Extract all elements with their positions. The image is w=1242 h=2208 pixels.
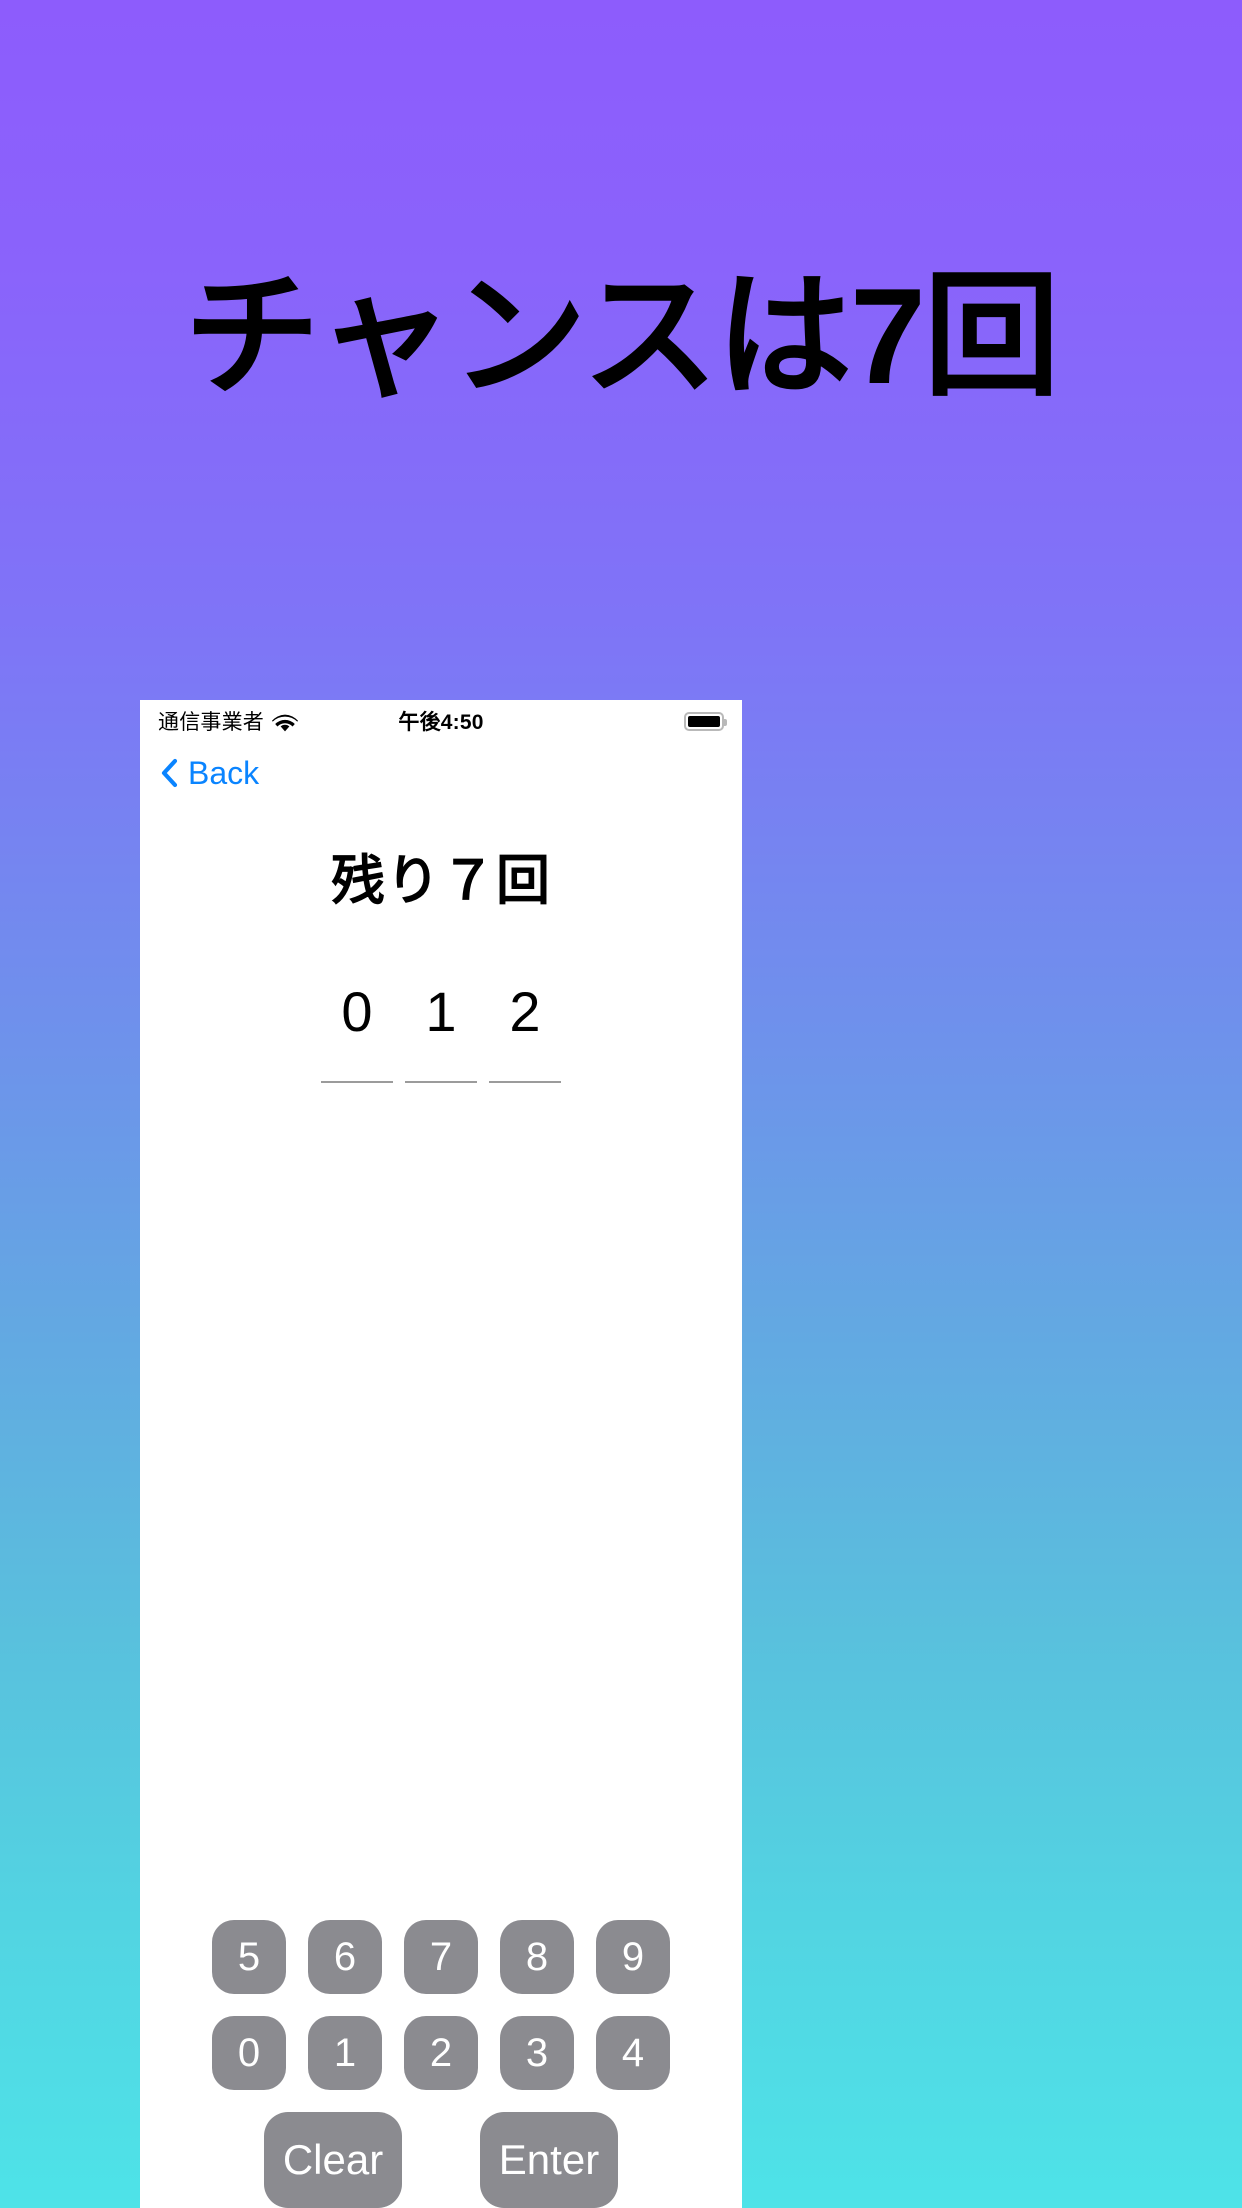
nav-bar: Back (140, 742, 742, 804)
back-button[interactable]: Back (160, 755, 259, 792)
keypad-action-row: Clear Enter (140, 2112, 742, 2208)
guess-digit-value: 1 (425, 980, 457, 1043)
keypad-key-3[interactable]: 3 (500, 2016, 574, 2090)
carrier-label: 通信事業者 (158, 711, 264, 734)
guess-digit-underline (405, 1081, 477, 1083)
keypad-key-1[interactable]: 1 (308, 2016, 382, 2090)
back-button-label: Back (188, 754, 260, 791)
guess-digit-underline (321, 1081, 393, 1083)
remaining-attempts-heading: 残り７回 (331, 851, 551, 911)
guess-digit-underline (489, 1081, 561, 1083)
enter-button[interactable]: Enter (480, 2112, 618, 2208)
battery-cap (724, 718, 727, 726)
status-bar-left: 通信事業者 (158, 706, 298, 736)
guess-digit-slot[interactable]: 1 (405, 977, 477, 1083)
keypad-row-two: 0 1 2 3 4 (140, 2016, 742, 2090)
chevron-left-icon (160, 758, 178, 788)
poster-title: チャンスは7回 (184, 260, 1060, 412)
clear-button[interactable]: Clear (264, 2112, 402, 2208)
guess-digit-value: 2 (509, 980, 541, 1043)
guess-digit-slot[interactable]: 2 (489, 977, 561, 1083)
wifi-icon (272, 714, 298, 733)
keypad-key-9[interactable]: 9 (596, 1920, 670, 1994)
keypad-row-one: 5 6 7 8 9 (140, 1920, 742, 1994)
guess-digit-slot[interactable]: 0 (321, 977, 393, 1083)
keypad-key-8[interactable]: 8 (500, 1920, 574, 1994)
keypad-key-5[interactable]: 5 (212, 1920, 286, 1994)
guess-display: 0 1 2 (140, 977, 742, 1083)
battery-full-icon (684, 711, 727, 731)
keypad-key-6[interactable]: 6 (308, 1920, 382, 1994)
guess-digit-value: 0 (341, 980, 373, 1043)
keypad-key-2[interactable]: 2 (404, 2016, 478, 2090)
status-bar: 通信事業者 午後4:50 (140, 700, 742, 742)
status-bar-right (684, 711, 727, 731)
keypad-key-0[interactable]: 0 (212, 2016, 286, 2090)
phone-screen: 通信事業者 午後4:50 Back 残り７回 0 1 2 5 6 7 8 9 0… (140, 700, 742, 2208)
keypad-key-7[interactable]: 7 (404, 1920, 478, 1994)
numeric-keypad: 5 6 7 8 9 0 1 2 3 4 Clear Enter (140, 1920, 742, 2208)
keypad-key-4[interactable]: 4 (596, 2016, 670, 2090)
battery-fill (688, 715, 720, 727)
